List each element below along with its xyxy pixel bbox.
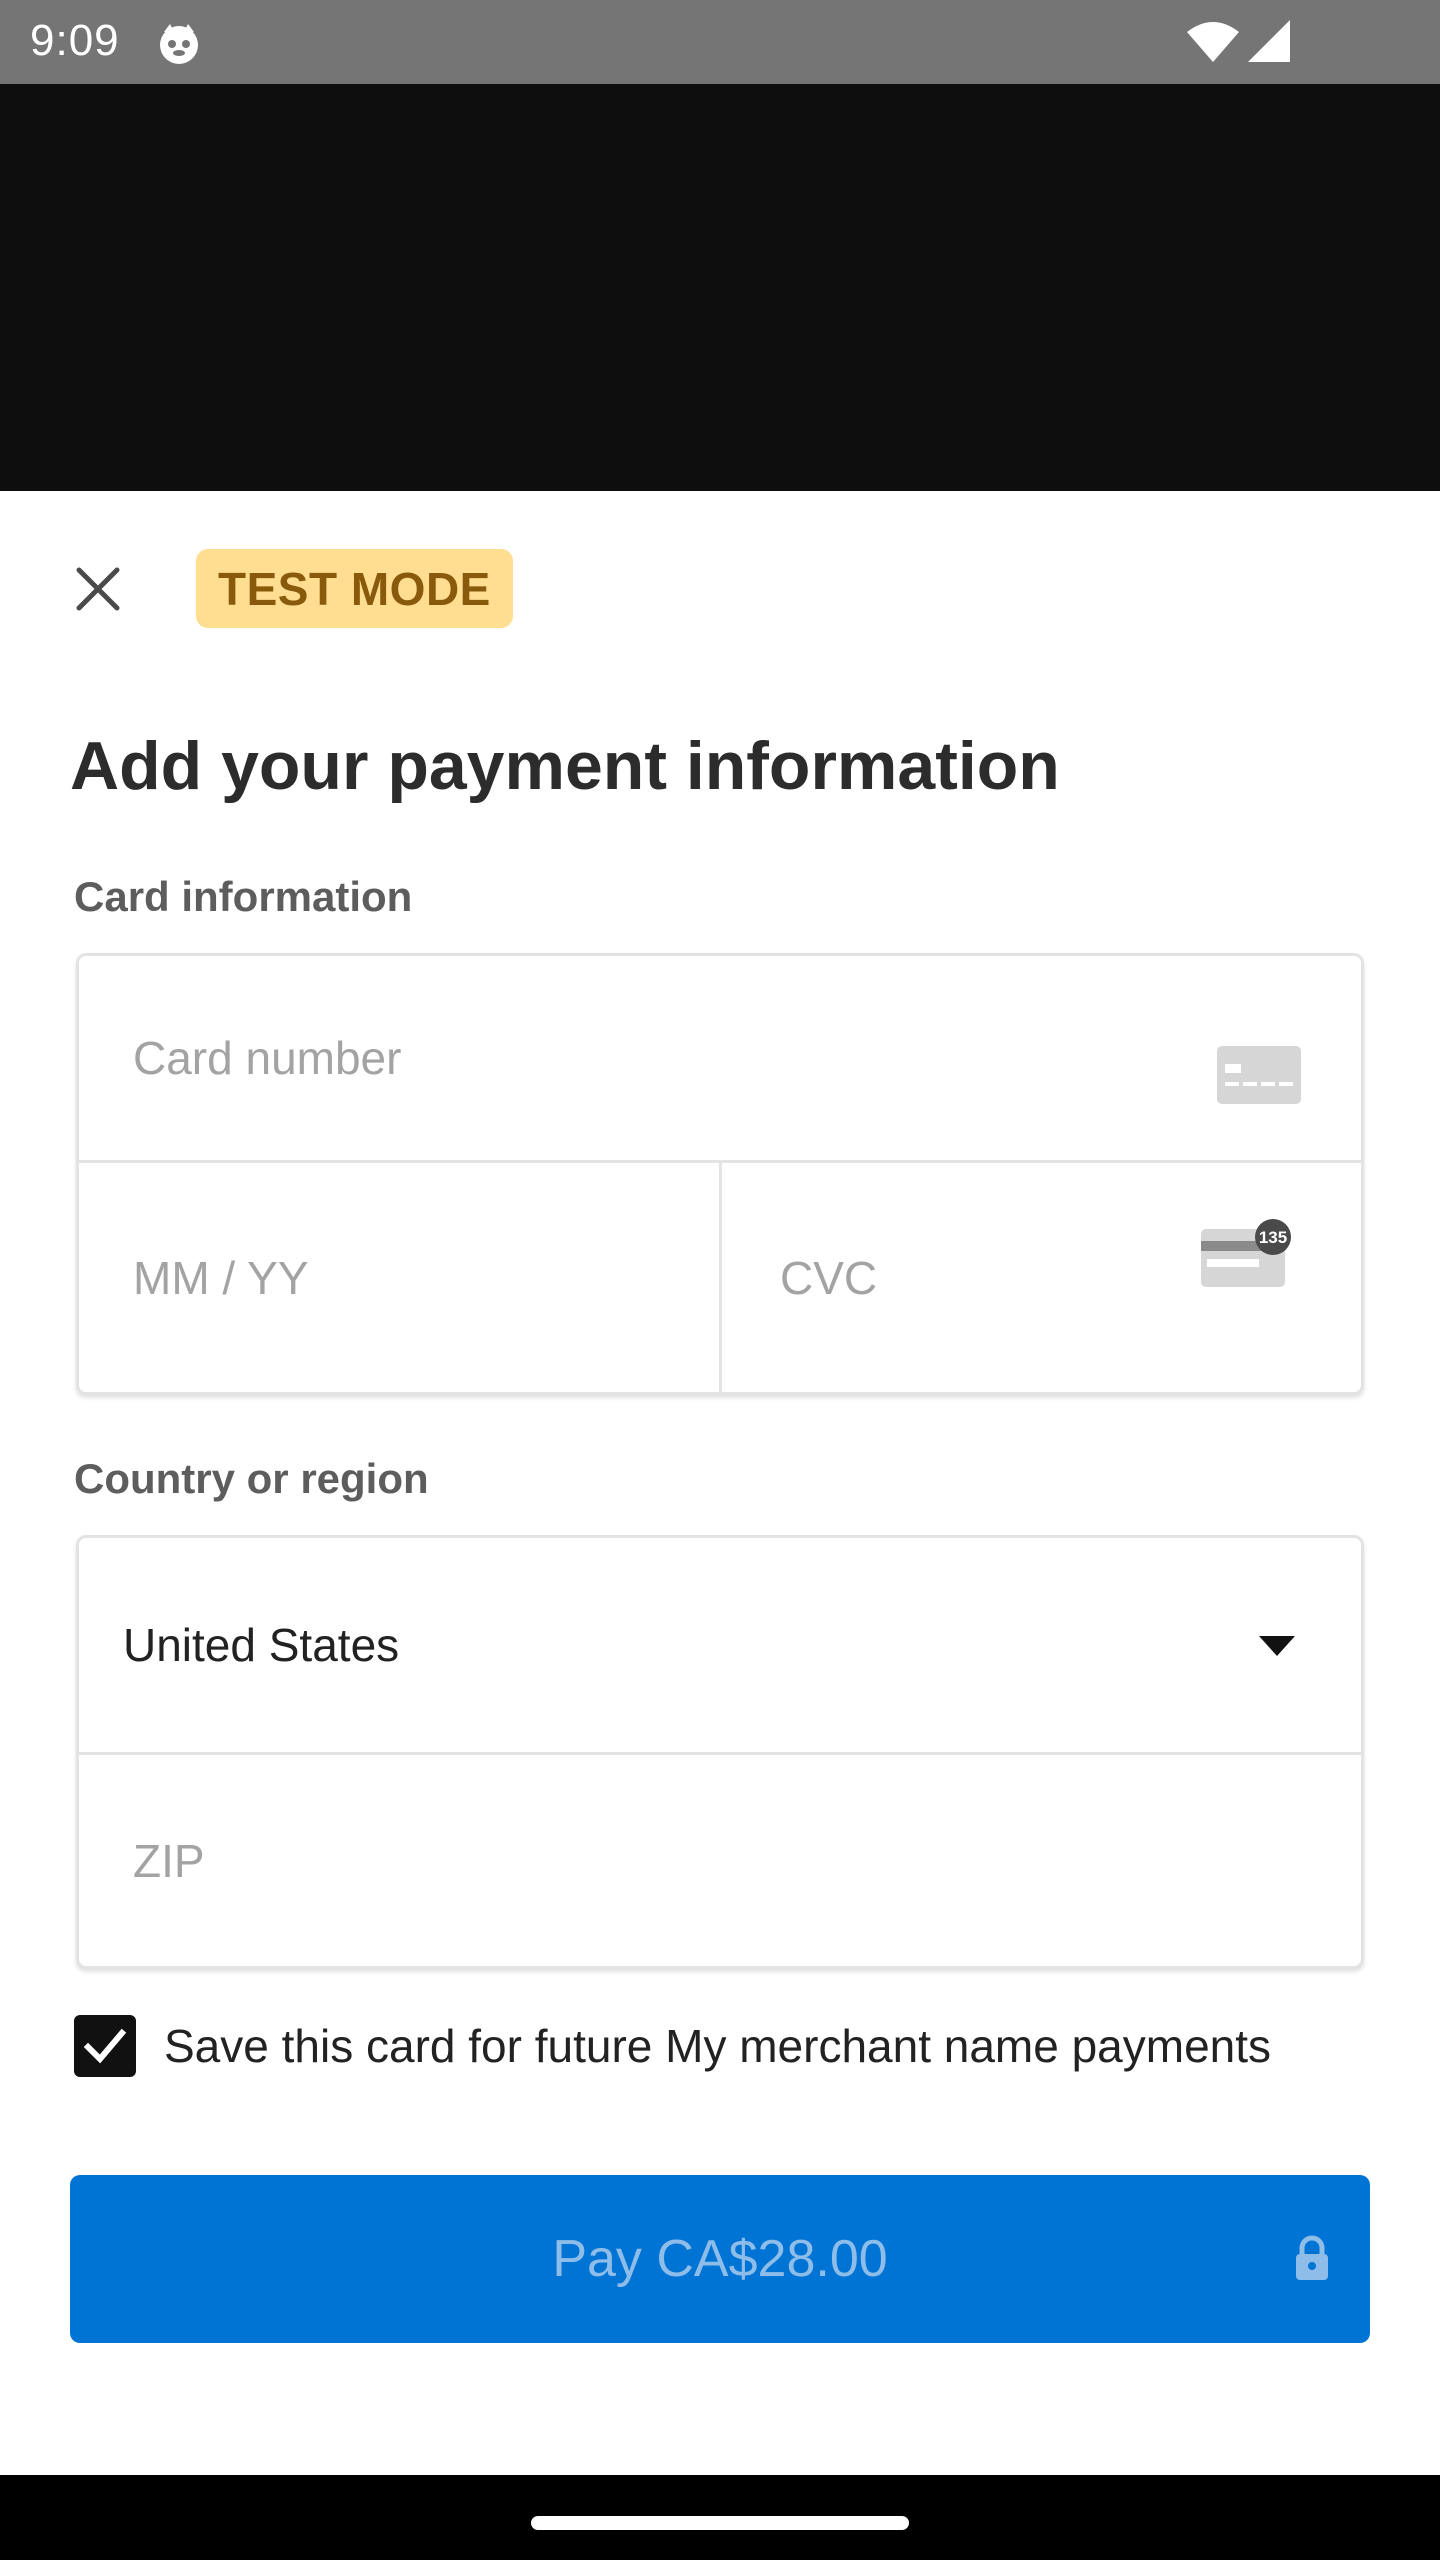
zip-placeholder: ZIP: [133, 1834, 205, 1887]
navigation-bar: [0, 2475, 1440, 2560]
save-card-row[interactable]: Save this card for future My merchant na…: [74, 2015, 1271, 2077]
checkmark-icon: [83, 2028, 127, 2064]
expiry-field[interactable]: MM / YY: [79, 1163, 719, 1392]
close-button[interactable]: [60, 551, 136, 627]
save-card-label: Save this card for future My merchant na…: [164, 2020, 1272, 2072]
chevron-down-icon: [1259, 1636, 1295, 1656]
card-information-group: Card number MM / YY CVC 135: [76, 953, 1364, 1395]
background-scrim[interactable]: [0, 84, 1440, 491]
save-card-checkbox[interactable]: [74, 2015, 136, 2077]
country-select[interactable]: United States: [79, 1538, 1361, 1752]
cvc-card-icon: 135: [1201, 1219, 1291, 1287]
home-handle[interactable]: [531, 2516, 909, 2530]
payment-sheet: TEST MODE Add your payment information C…: [0, 491, 1440, 2475]
card-number-field[interactable]: Card number: [79, 956, 1361, 1160]
status-bar: 9:09: [0, 0, 1440, 84]
cvc-placeholder: CVC: [780, 1252, 878, 1304]
card-number-placeholder: Card number: [133, 1032, 402, 1084]
close-icon: [76, 567, 120, 611]
cvc-icon-text: 135: [1259, 1228, 1287, 1247]
page-title: Add your payment information: [70, 728, 1060, 804]
test-mode-badge: TEST MODE: [196, 549, 513, 628]
card-information-label: Card information: [74, 873, 413, 920]
expiry-placeholder: MM / YY: [133, 1252, 309, 1304]
status-time: 9:09: [30, 16, 120, 65]
wifi-icon: [1187, 22, 1239, 62]
country-zip-group: United States ZIP: [76, 1535, 1364, 1969]
pay-button-label: Pay CA$28.00: [552, 2230, 888, 2288]
zip-field[interactable]: ZIP: [79, 1755, 1361, 1966]
cell-signal-icon: [1248, 20, 1290, 62]
app-notification-icon: [160, 24, 198, 64]
card-brand-icon: [1217, 1046, 1301, 1104]
lock-icon: [1296, 2235, 1328, 2280]
cvc-field[interactable]: CVC 135: [722, 1163, 1361, 1392]
country-select-value: United States: [123, 1619, 400, 1671]
pay-button[interactable]: Pay CA$28.00: [70, 2175, 1370, 2343]
country-region-label: Country or region: [74, 1455, 429, 1502]
